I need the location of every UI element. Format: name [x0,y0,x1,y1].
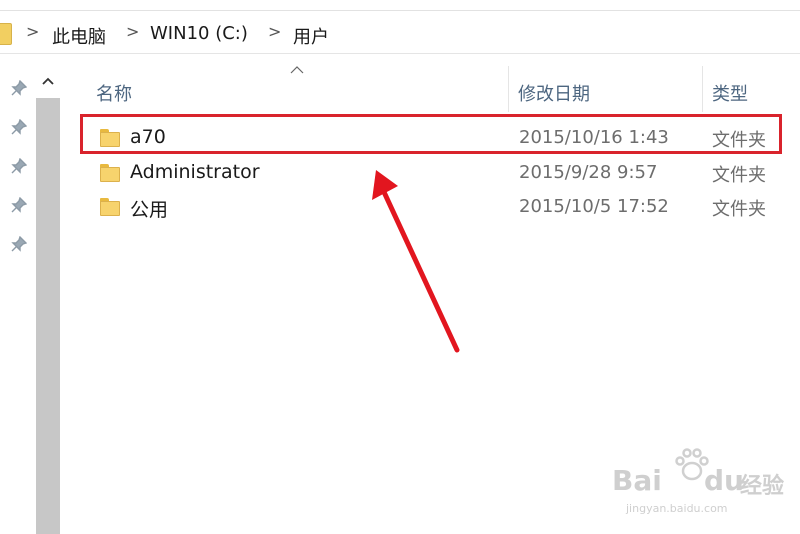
annotation-highlight-box [80,114,782,154]
address-bar[interactable]: > 此电脑 > WIN10 (C:) > 用户 [0,13,800,54]
sort-ascending-caret-icon [290,62,304,78]
breadcrumb-separator[interactable]: > [26,22,39,41]
pin-icon[interactable] [11,196,28,213]
file-modified: 2015/10/5 17:52 [519,196,669,217]
watermark-brand: Bai [612,464,662,497]
folder-icon [100,198,120,216]
annotation-arrow-icon [372,170,460,353]
breadcrumb-separator[interactable]: > [268,22,281,41]
column-header-modified[interactable]: 修改日期 [518,80,590,106]
breadcrumb-drive-c[interactable]: WIN10 (C:) [150,23,248,44]
breadcrumb-separator[interactable]: > [126,22,139,41]
scroll-up-arrow-icon[interactable] [36,66,60,98]
file-type: 文件夹 [712,199,766,220]
file-name: Administrator [130,161,260,183]
pin-icon[interactable] [11,118,28,135]
file-type: 文件夹 [712,165,766,186]
breadcrumb-users[interactable]: 用户 [293,23,329,49]
column-divider[interactable] [702,66,703,112]
navigation-pane [0,66,36,534]
nav-pane-scrollbar[interactable] [36,98,60,534]
watermark-url: jingyan.baidu.com [626,502,728,515]
folder-icon [0,23,12,45]
pin-icon[interactable] [11,79,28,96]
watermark-product: 经验 [740,474,785,499]
toolbar-strip [0,0,800,11]
file-modified: 2015/9/28 9:57 [519,162,658,183]
baidu-jingyan-watermark: Bai du 经验 jingyan.baidu.com [612,448,792,518]
column-header-name[interactable]: 名称 [96,80,132,106]
folder-icon [100,164,120,182]
pin-icon[interactable] [11,157,28,174]
column-divider[interactable] [508,66,509,112]
watermark-brand-suffix: du [704,464,744,497]
file-name: 公用 [130,199,169,221]
breadcrumb-this-pc[interactable]: 此电脑 [52,23,106,49]
column-header-type[interactable]: 类型 [712,80,748,106]
file-explorer-window: > 此电脑 > WIN10 (C:) > 用户 名称 修改日期 类型 a70 2… [0,0,800,534]
pin-icon[interactable] [11,235,28,252]
